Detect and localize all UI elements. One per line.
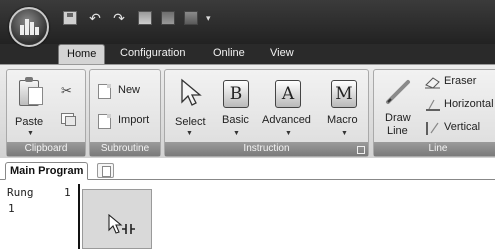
insert-contact-cursor-icon bbox=[108, 214, 135, 234]
macro-dropdown-icon: ▼ bbox=[341, 130, 348, 137]
import-label: Import bbox=[118, 114, 150, 126]
new-tab-icon[interactable] bbox=[97, 163, 114, 178]
undo-icon[interactable]: ↶ bbox=[88, 11, 102, 25]
application-menu-button[interactable] bbox=[9, 7, 49, 47]
left-power-rail bbox=[78, 184, 80, 249]
paste-button[interactable]: Paste ▼ bbox=[13, 74, 47, 138]
paste-label: Paste bbox=[15, 116, 44, 128]
basic-instruction-icon: B bbox=[223, 80, 249, 108]
basic-button[interactable]: B Basic ▼ bbox=[217, 74, 255, 138]
tab-configuration[interactable]: Configuration bbox=[120, 44, 185, 64]
eraser-icon bbox=[425, 77, 440, 89]
vertical-line-icon bbox=[426, 122, 439, 135]
macro-button[interactable]: M Macro ▼ bbox=[321, 74, 365, 138]
subroutine-group-label: Subroutine bbox=[90, 142, 160, 156]
horizontal-label: Horizontal bbox=[444, 98, 494, 110]
pencil-icon bbox=[386, 80, 410, 104]
select-cursor-icon bbox=[181, 78, 202, 106]
macro-label: Macro bbox=[327, 114, 358, 126]
customize-dropdown-icon[interactable]: ▾ bbox=[206, 11, 220, 25]
vertical-label: Vertical bbox=[444, 121, 481, 133]
document-tab-strip: Main Program bbox=[0, 158, 495, 180]
line-group: Draw Line Eraser Horizontal Vertical Lin… bbox=[373, 69, 495, 157]
new-document-icon bbox=[98, 84, 111, 99]
clipboard-group: Paste ▼ ✂ Clipboard bbox=[6, 69, 86, 157]
basic-label: Basic bbox=[222, 114, 249, 126]
eraser-label: Eraser bbox=[444, 75, 477, 87]
paste-icon bbox=[19, 77, 43, 106]
ribbon: Paste ▼ ✂ Clipboard New Import Subroutin… bbox=[0, 64, 495, 158]
draw-label: Draw bbox=[385, 112, 411, 124]
import-document-icon bbox=[98, 114, 111, 129]
advanced-dropdown-icon: ▼ bbox=[285, 130, 292, 137]
horizontal-line-button[interactable]: Horizontal bbox=[424, 96, 495, 114]
import-subroutine-button[interactable]: Import bbox=[96, 112, 158, 130]
macro-instruction-icon: M bbox=[331, 80, 357, 108]
rung-number: 1 bbox=[64, 186, 71, 199]
ladder-editor[interactable]: Rung 1 1 bbox=[0, 181, 495, 249]
line-group-label: Line bbox=[374, 142, 495, 156]
select-label: Select bbox=[175, 116, 206, 128]
horizontal-line-icon bbox=[426, 99, 440, 111]
paste-dropdown-icon: ▼ bbox=[27, 130, 34, 137]
eraser-button[interactable]: Eraser bbox=[424, 73, 495, 91]
advanced-label: Advanced bbox=[262, 114, 311, 126]
toolbar-icon-a[interactable] bbox=[138, 11, 152, 25]
instruction-group-label: Instruction bbox=[165, 142, 368, 156]
clipboard-group-label: Clipboard bbox=[7, 142, 85, 156]
advanced-instruction-icon: A bbox=[275, 80, 301, 108]
select-button[interactable]: Select ▼ bbox=[171, 74, 207, 138]
rung-index: 1 bbox=[8, 202, 15, 215]
copy-icon[interactable] bbox=[61, 113, 76, 126]
basic-dropdown-icon: ▼ bbox=[233, 130, 240, 137]
selected-rung-cell[interactable] bbox=[82, 189, 152, 249]
toolbar-icon-c[interactable] bbox=[184, 11, 198, 25]
tab-home[interactable]: Home bbox=[58, 44, 106, 64]
app-logo-icon bbox=[20, 19, 39, 35]
instruction-group: Select ▼ B Basic ▼ A Advanced ▼ M Macro … bbox=[164, 69, 369, 157]
title-bar: ↶ ↷ ▾ bbox=[0, 0, 495, 44]
tab-online[interactable]: Online bbox=[213, 44, 245, 64]
new-label: New bbox=[118, 84, 141, 96]
tab-main-program[interactable]: Main Program bbox=[5, 162, 89, 180]
select-dropdown-icon: ▼ bbox=[186, 130, 193, 137]
cut-icon[interactable]: ✂ bbox=[61, 84, 75, 98]
subroutine-group: New Import Subroutine bbox=[89, 69, 161, 157]
instruction-dialog-launcher-icon[interactable] bbox=[357, 146, 365, 154]
save-icon[interactable] bbox=[63, 11, 77, 25]
new-subroutine-button[interactable]: New bbox=[96, 82, 158, 100]
advanced-button[interactable]: A Advanced ▼ bbox=[259, 74, 315, 138]
draw-line-button[interactable]: Draw Line bbox=[378, 74, 416, 138]
rung-label: Rung bbox=[7, 186, 34, 199]
line-label: Line bbox=[387, 125, 408, 137]
tab-view[interactable]: View bbox=[270, 44, 294, 64]
vertical-line-button[interactable]: Vertical bbox=[424, 119, 495, 137]
toolbar-icon-b[interactable] bbox=[161, 11, 175, 25]
redo-icon[interactable]: ↷ bbox=[112, 11, 126, 25]
